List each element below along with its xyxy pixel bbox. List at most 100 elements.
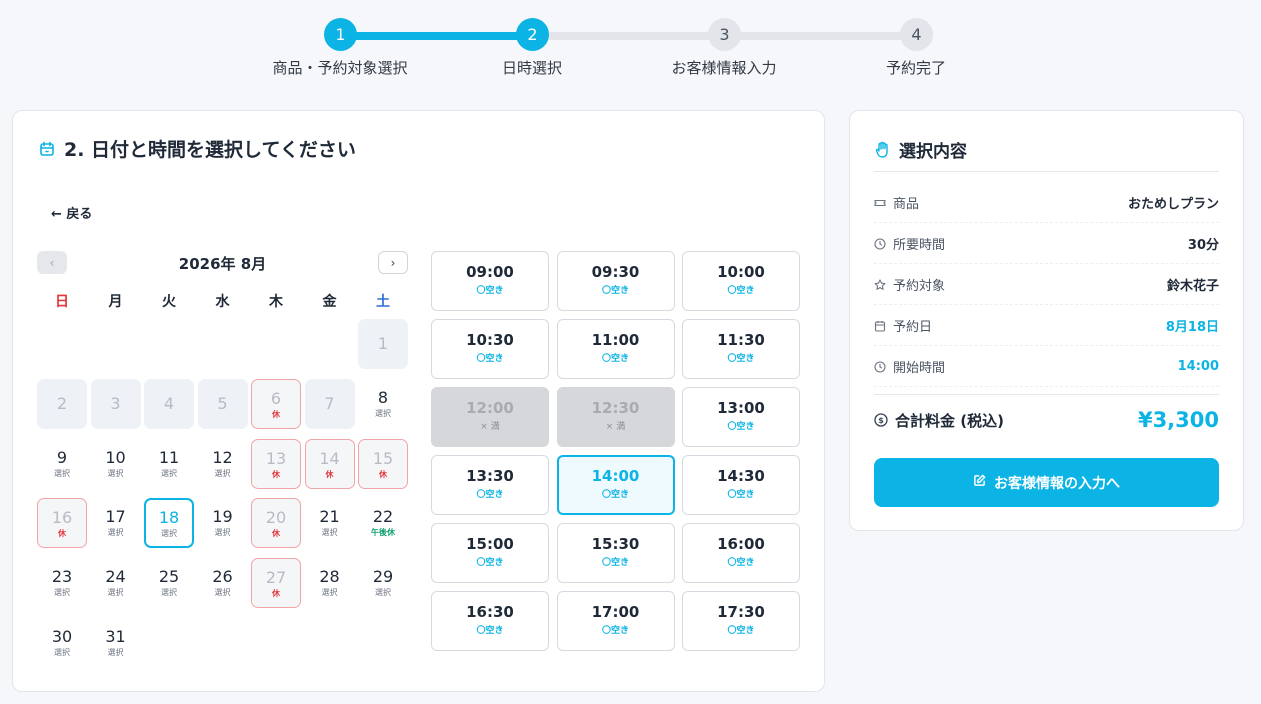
back-link[interactable]: ← 戻る	[51, 203, 92, 222]
calendar-day-8[interactable]: 8 選択	[358, 378, 408, 429]
total-label: 合計料金 (税込)	[895, 411, 1004, 430]
calendar-day-7: 7	[304, 378, 355, 429]
day-status: 選択	[54, 647, 70, 657]
time-slot-1500[interactable]: 15:00 〇空き	[431, 523, 549, 583]
day-status: 選択	[107, 647, 124, 657]
time-slot-1430[interactable]: 14:30 〇空き	[682, 455, 800, 515]
summary-divider-top	[874, 171, 1219, 172]
time-slot-1330[interactable]: 13:30 〇空き	[431, 455, 549, 515]
day-number: 25	[158, 567, 180, 587]
time-slot-1530[interactable]: 15:30 〇空き	[556, 523, 675, 583]
calendar-blank	[251, 319, 301, 369]
step-2-label: 日時選択	[501, 59, 562, 77]
time-slot-1100[interactable]: 11:00 〇空き	[556, 319, 675, 379]
summary-row: 開始時間 14:00	[874, 347, 1219, 387]
day-status: 休	[272, 589, 280, 599]
calendar-day-24[interactable]: 24 選択	[90, 558, 141, 609]
time-slot-0900[interactable]: 09:00 〇空き	[431, 251, 549, 311]
day-number: 6	[270, 388, 282, 408]
slot-availability: 〇空き	[727, 422, 755, 432]
time-slot-1630[interactable]: 16:30 〇空き	[431, 591, 549, 651]
edit-icon	[973, 474, 986, 491]
calendar-day-17[interactable]: 17 選択	[90, 498, 141, 549]
calendar-day-28[interactable]: 28 選択	[304, 558, 355, 609]
calendar-day-18[interactable]: 18 選択	[144, 498, 194, 549]
day-status: 選択	[161, 529, 177, 539]
time-slot-1730[interactable]: 17:30 〇空き	[682, 591, 800, 651]
day-number: 8	[377, 387, 389, 407]
time-slot-0930[interactable]: 09:30 〇空き	[556, 251, 675, 311]
time-slot-1030[interactable]: 10:30 〇空き	[431, 319, 549, 379]
time-slot-1700[interactable]: 17:00 〇空き	[556, 591, 675, 651]
calendar-blank	[198, 319, 248, 369]
day-status: 休	[272, 409, 280, 419]
calendar-blank	[37, 319, 87, 369]
day-status: 午後休	[371, 528, 395, 538]
month-label: 2026年 8月	[178, 255, 267, 273]
calendar-day-31[interactable]: 31 選択	[90, 617, 141, 668]
day-number: 23	[51, 567, 73, 587]
summary-row: 商品 おためしプラン	[874, 183, 1219, 223]
slot-availability: 〇空き	[476, 286, 504, 296]
calendar-day-12[interactable]: 12 選択	[197, 438, 248, 489]
calendar-blank	[144, 319, 194, 369]
summary-row: 予約日 8月18日	[874, 306, 1219, 346]
summary-row-value: 30分	[1187, 238, 1219, 253]
day-status: 選択	[214, 588, 231, 598]
cta-label: お客様情報の入力へ	[994, 475, 1120, 492]
slot-time: 13:00	[717, 399, 765, 417]
weekday-label: 木	[269, 294, 283, 310]
step-track-3-4	[724, 32, 916, 40]
day-status: 選択	[161, 468, 177, 478]
summary-row: 所要時間 30分	[874, 224, 1219, 264]
calendar-day-26[interactable]: 26 選択	[197, 558, 248, 609]
calendar-day-11[interactable]: 11 選択	[144, 438, 194, 489]
slot-time: 11:30	[717, 331, 765, 349]
calendar-day-19[interactable]: 19 選択	[197, 498, 248, 549]
slot-time: 16:30	[466, 603, 514, 621]
day-number: 3	[110, 393, 121, 413]
next-month-button[interactable]: ›	[378, 251, 408, 274]
day-status: 休	[58, 529, 66, 539]
slot-time: 15:00	[466, 535, 514, 553]
slot-availability: 〇空き	[601, 354, 629, 364]
card-title: 2. 日付と時間を選択してください	[38, 135, 356, 162]
time-slot-1300[interactable]: 13:00 〇空き	[682, 387, 800, 447]
time-slot-1200: 12:00 × 満	[431, 387, 549, 447]
time-slot-1600[interactable]: 16:00 〇空き	[682, 523, 800, 583]
calendar-day-30[interactable]: 30 選択	[37, 617, 87, 668]
weekday-label: 月	[108, 294, 123, 310]
summary-divider-bottom	[874, 394, 1219, 395]
calendar-day-1: 1	[358, 319, 408, 369]
calendar-day-23[interactable]: 23 選択	[37, 558, 87, 609]
day-number: 1	[377, 334, 389, 353]
date-time-card: 2. 日付と時間を選択してください ← 戻る ‹ 2026年 8月 › 日 月 火 水…	[12, 110, 825, 692]
day-number: 11	[158, 447, 180, 467]
slot-time: 12:00	[466, 399, 514, 417]
calendar-day-10[interactable]: 10 選択	[90, 438, 141, 489]
day-status: 休	[272, 529, 280, 539]
day-number: 16	[51, 508, 73, 528]
weekday-label: 火	[162, 294, 176, 310]
step-4-circle: 4	[900, 18, 933, 51]
slot-availability: 〇空き	[601, 626, 629, 636]
step-4-label: 予約完了	[885, 59, 946, 77]
calendar-day-4: 4	[144, 378, 194, 429]
step-1-label: 商品・予約対象選択	[272, 59, 408, 77]
calendar-day-29[interactable]: 29 選択	[358, 558, 408, 609]
day-status: 選択	[161, 588, 177, 598]
day-number: 4	[163, 393, 175, 413]
day-number: 14	[319, 448, 340, 468]
time-slot-1130[interactable]: 11:30 〇空き	[682, 319, 800, 379]
calendar-day-25[interactable]: 25 選択	[144, 558, 194, 609]
progress-stepper: 1 2 3 4 商品・予約対象選択 日時選択 お客様情報入力 予約完了	[0, 0, 1261, 90]
calendar-day-9[interactable]: 9 選択	[37, 438, 87, 489]
day-number: 10	[105, 447, 126, 467]
calendar-day-21[interactable]: 21 選択	[304, 498, 355, 549]
slot-availability: 〇空き	[727, 558, 755, 568]
slot-availability: 〇空き	[476, 626, 504, 636]
time-slot-1000[interactable]: 10:00 〇空き	[682, 251, 800, 311]
calendar-day-22[interactable]: 22 午後休	[358, 498, 408, 549]
proceed-to-customer-info-button[interactable]: お客様情報の入力へ	[874, 458, 1219, 507]
time-slot-1400[interactable]: 14:00 〇空き	[556, 455, 675, 515]
